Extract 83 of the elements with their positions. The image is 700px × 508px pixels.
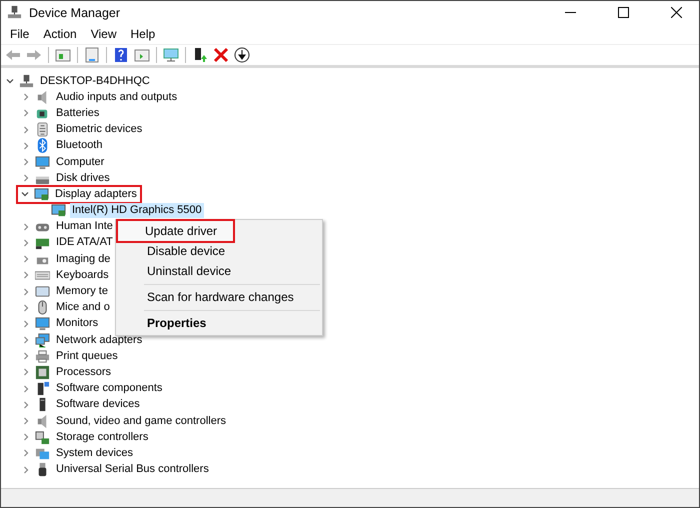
menu-item[interactable]: File	[3, 27, 36, 41]
window-icon[interactable]	[55, 47, 71, 63]
menu-item[interactable]: Action	[36, 27, 84, 41]
uninstall-x-icon[interactable]	[213, 47, 229, 63]
network-icon	[35, 332, 50, 348]
expand-chevron-icon[interactable]	[21, 270, 31, 280]
tree-item[interactable]: Biometric devices	[54, 122, 144, 138]
tree-item[interactable]: Batteries	[54, 106, 102, 121]
tree-item[interactable]: Network adapters	[54, 332, 144, 348]
tree-item[interactable]: Bluetooth	[54, 138, 104, 154]
menu-item[interactable]: Update driver	[118, 221, 233, 241]
download-icon[interactable]	[234, 47, 250, 63]
tree-item[interactable]: Sound, video and game controllers	[54, 414, 228, 429]
menu-item[interactable]: Uninstall device	[118, 261, 320, 281]
expand-chevron-icon[interactable]	[21, 124, 31, 135]
expand-chevron-icon[interactable]	[21, 157, 31, 168]
tree-item[interactable]: Software components	[54, 381, 164, 396]
expand-chevron-icon[interactable]	[21, 448, 31, 458]
chip-icon	[35, 364, 50, 380]
close-icon	[670, 7, 682, 18]
tree-item[interactable]: Mice and o	[54, 300, 112, 316]
tree-item[interactable]: Memory te	[54, 284, 110, 300]
monitor-icon	[35, 316, 50, 332]
expand-chevron-icon[interactable]	[21, 400, 31, 410]
tree-item[interactable]: Universal Serial Bus controllers	[54, 462, 211, 478]
bluetooth-icon	[35, 138, 50, 154]
storage-icon	[35, 430, 50, 445]
display-card-icon	[34, 186, 49, 202]
tree-item[interactable]: Keyboards	[54, 268, 111, 283]
tree-item[interactable]: Intel(R) HD Graphics 5500	[70, 203, 204, 218]
tree-item[interactable]: Audio inputs and outputs	[54, 90, 180, 105]
tree-item[interactable]: Disk drives	[54, 170, 112, 186]
expand-chevron-icon[interactable]	[21, 335, 31, 346]
tree-item[interactable]: System devices	[54, 446, 136, 461]
expand-chevron-icon[interactable]	[21, 351, 31, 362]
printer-icon	[35, 348, 50, 364]
computer-icon	[7, 5, 22, 20]
tree-item[interactable]: Monitors	[54, 316, 100, 332]
expand-chevron-icon[interactable]	[21, 464, 31, 475]
tree-item[interactable]: Human Inte	[54, 219, 115, 234]
expand-chevron-icon[interactable]	[21, 416, 31, 426]
properties-icon[interactable]	[84, 47, 100, 63]
forward-arrow-icon[interactable]	[26, 47, 42, 63]
expand-chevron-icon[interactable]	[21, 238, 31, 248]
menu-item[interactable]: Properties	[118, 313, 320, 333]
expand-chevron-icon[interactable]	[21, 108, 31, 118]
fingerprint-icon	[35, 122, 50, 138]
expand-chevron-icon[interactable]	[21, 173, 31, 184]
tree-item[interactable]: DESKTOP-B4DHHQC	[38, 74, 152, 89]
maximize-icon	[618, 7, 628, 18]
tower-icon	[35, 381, 50, 396]
tree-item[interactable]: Computer	[54, 154, 106, 170]
expand-chevron-icon[interactable]	[21, 318, 31, 329]
window-title: Device Manager	[29, 6, 122, 20]
computer-icon	[19, 74, 34, 89]
back-arrow-icon[interactable]	[5, 47, 21, 63]
tree-item[interactable]: Imaging de	[54, 252, 112, 267]
menu-item[interactable]: Scan for hardware changes	[118, 287, 320, 307]
tree-item[interactable]: Software devices	[54, 397, 142, 412]
expand-chevron-icon[interactable]	[21, 286, 31, 297]
update-driver-icon[interactable]	[192, 47, 208, 63]
tree-item[interactable]: IDE ATA/AT	[54, 235, 115, 250]
monitor-icon	[35, 154, 50, 170]
expand-chevron-icon[interactable]	[21, 384, 31, 394]
display-card-icon	[51, 203, 66, 218]
window-icon[interactable]	[134, 47, 150, 63]
monitor-icon[interactable]	[163, 47, 179, 63]
menu-item[interactable]: Disable device	[118, 241, 320, 261]
expand-chevron-icon[interactable]	[21, 254, 31, 264]
tree-item[interactable]: Display adapters	[53, 186, 139, 202]
tree-item[interactable]: Storage controllers	[54, 430, 150, 445]
tree-item[interactable]: Print queues	[54, 348, 120, 364]
help-icon[interactable]	[113, 47, 129, 63]
memory-icon	[35, 284, 50, 300]
expand-chevron-icon[interactable]	[21, 432, 31, 442]
expand-chevron-icon[interactable]	[21, 367, 31, 378]
menu-item[interactable]: Help	[124, 27, 162, 41]
expand-chevron-icon[interactable]	[21, 140, 31, 151]
tree-item[interactable]: Processors	[54, 364, 114, 380]
menu-item[interactable]: View	[84, 27, 124, 41]
expand-chevron-icon[interactable]	[21, 92, 31, 102]
expand-chevron-icon[interactable]	[21, 302, 31, 313]
expand-chevron-icon[interactable]	[21, 222, 31, 232]
